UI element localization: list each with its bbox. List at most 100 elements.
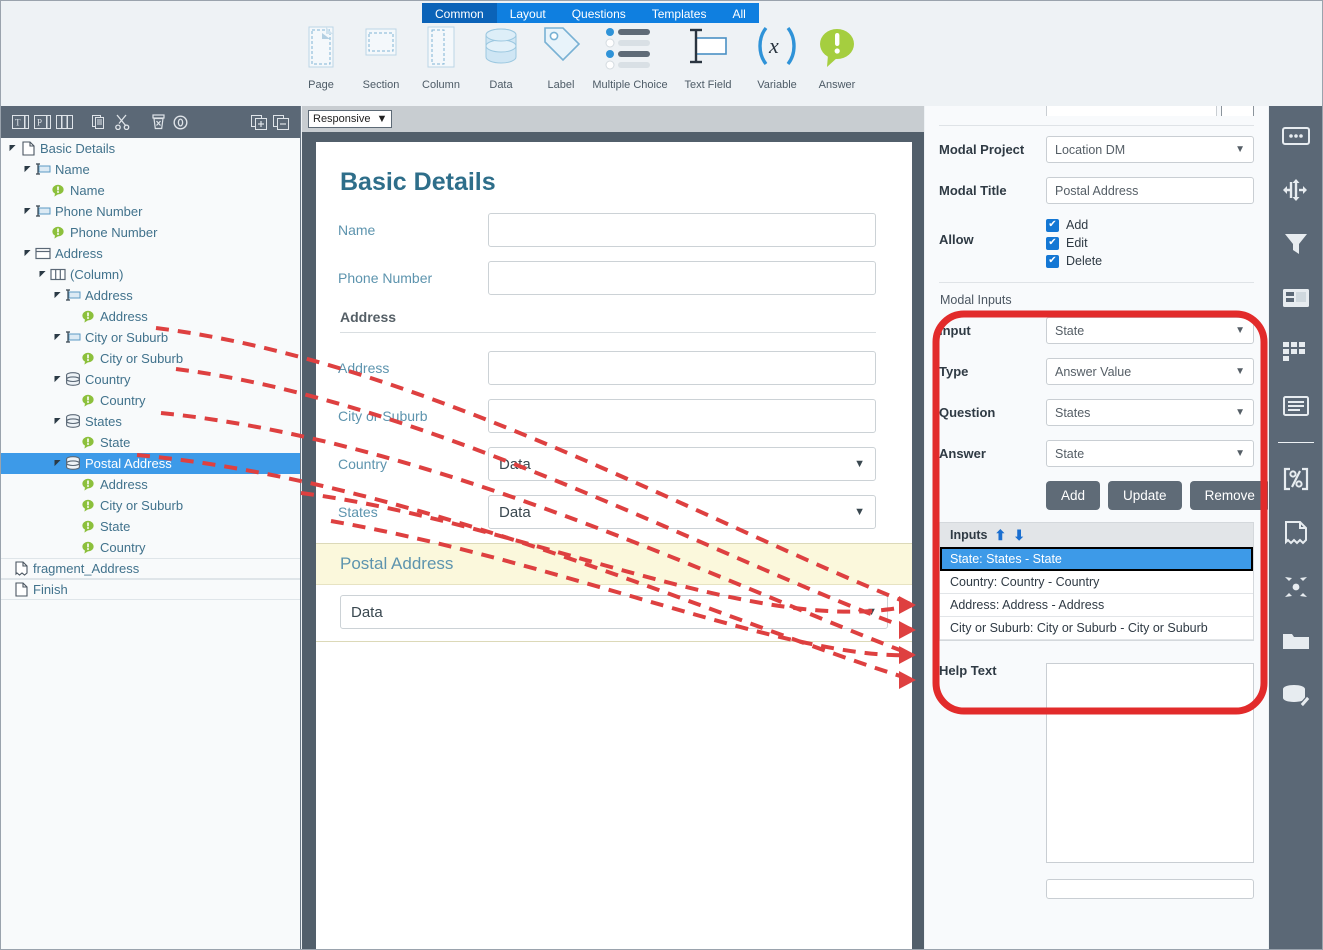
columns-icon[interactable] (53, 111, 75, 133)
tree-node-city-or-suburb[interactable]: ◢City or Suburb (1, 348, 300, 369)
answer-select[interactable]: State ▼ (1046, 440, 1254, 467)
ribbon-tool-multiple-choice[interactable]: Multiple Choice (591, 23, 669, 91)
filter-funnel-icon[interactable] (1276, 224, 1316, 264)
tree-node-phone-number[interactable]: ◢Phone Number (1, 222, 300, 243)
ribbon-tool-label[interactable]: Label (531, 23, 591, 91)
tree-node-basic-details[interactable]: ◢ Basic Details (1, 138, 300, 159)
tree-node-phone-number[interactable]: ◢Phone Number (1, 201, 300, 222)
tree-node-address[interactable]: ◢Address (1, 474, 300, 495)
allow-option-delete[interactable]: ✔ Delete (1046, 254, 1102, 268)
inputs-list-item[interactable]: State: States - State (940, 547, 1253, 571)
inputs-list-item[interactable]: Country: Country - Country (940, 571, 1253, 594)
country-select[interactable]: Data ▼ (488, 447, 876, 481)
ribbon-tool-data[interactable]: Data (471, 23, 531, 91)
ribbon-tool-text-field[interactable]: Text Field (669, 23, 747, 91)
responsive-mode-select[interactable]: Responsive ▼ (308, 110, 393, 128)
collapse-all-icon[interactable] (270, 111, 292, 133)
ribbon-tab-all[interactable]: All (719, 3, 758, 23)
inputs-list-item[interactable]: Address: Address - Address (940, 594, 1253, 617)
arrow-up-icon[interactable]: ⬆ (995, 528, 1007, 542)
arrow-down-icon[interactable]: ⬇ (1013, 528, 1025, 542)
tree-file-fragment-address[interactable]: fragment_Address (1, 558, 300, 579)
remove-button[interactable]: Remove (1189, 481, 1268, 510)
city-or-suburb-input[interactable] (488, 399, 876, 433)
tree-node-name[interactable]: ◢Name (1, 180, 300, 201)
ribbon-tool-column[interactable]: Column (411, 23, 471, 91)
ribbon-tab-questions[interactable]: Questions (559, 3, 639, 23)
name-input[interactable] (488, 213, 876, 247)
allow-option-add[interactable]: ✔ Add (1046, 218, 1102, 232)
folder-icon[interactable] (1276, 621, 1316, 661)
ribbon-tab-layout[interactable]: Layout (497, 3, 559, 23)
tiles-grid-icon[interactable] (1276, 332, 1316, 372)
paragraph-box-icon[interactable]: P (31, 111, 53, 133)
expand-caret-icon[interactable]: ◢ (52, 291, 63, 300)
ribbon-tool-variable[interactable]: x Variable (747, 23, 807, 91)
tree-node-address[interactable]: ◢Address (1, 285, 300, 306)
expand-caret-icon[interactable]: ◢ (22, 207, 33, 216)
help-text-area[interactable] (1046, 663, 1254, 863)
expand-caret-icon[interactable]: ◢ (52, 417, 63, 426)
tree-node--column-[interactable]: ◢ (Column) (1, 264, 300, 285)
ribbon-tool-page[interactable]: Page (291, 23, 351, 91)
document-lines-icon[interactable] (1276, 386, 1316, 426)
modal-title-input[interactable]: Postal Address (1046, 177, 1254, 204)
copy-icon[interactable] (89, 111, 111, 133)
states-select[interactable]: Data ▼ (488, 495, 876, 529)
answer-icon (78, 541, 98, 554)
tree-node-states[interactable]: ◢ States (1, 411, 300, 432)
tree-node-country[interactable]: ◢Country (1, 369, 300, 390)
tree-node-state[interactable]: ◢State (1, 432, 300, 453)
modal-project-select[interactable]: Location DM ▼ (1046, 136, 1254, 163)
expand-caret-icon[interactable]: ◢ (52, 375, 63, 384)
phone-number-input[interactable] (488, 261, 876, 295)
tree-node-city-or-suburb[interactable]: ◢City or Suburb (1, 327, 300, 348)
allow-option-edit[interactable]: ✔ Edit (1046, 236, 1102, 250)
address-input[interactable] (488, 351, 876, 385)
tree-node-name[interactable]: ◢Name (1, 159, 300, 180)
layout-panel-icon[interactable] (1276, 278, 1316, 318)
checkbox-checked-icon[interactable]: ✔ (1046, 254, 1059, 268)
expand-caret-icon[interactable]: ◢ (7, 144, 18, 153)
ribbon-tab-common[interactable]: Common (422, 3, 497, 23)
inputs-list-item[interactable]: City or Suburb: City or Suburb - City or… (940, 617, 1253, 640)
report-page-icon[interactable] (1276, 513, 1316, 553)
tree-node-country[interactable]: ◢Country (1, 537, 300, 558)
expand-all-icon[interactable] (248, 111, 270, 133)
flow-split-icon[interactable] (1276, 170, 1316, 210)
tree-node-postal-address[interactable]: ◢ Postal Address (1, 453, 300, 474)
question-select[interactable]: States ▼ (1046, 399, 1254, 426)
calculation-percent-icon[interactable] (1276, 459, 1316, 499)
database-edit-icon[interactable] (1276, 675, 1316, 715)
expand-caret-icon[interactable]: ◢ (22, 165, 33, 174)
expand-caret-icon[interactable]: ◢ (52, 459, 63, 468)
expand-caret-icon[interactable]: ◢ (22, 249, 33, 258)
tree-node-country[interactable]: ◢Country (1, 390, 300, 411)
clipped-bottom-field[interactable] (1046, 879, 1254, 899)
update-button[interactable]: Update (1108, 481, 1182, 510)
clear-zero-icon[interactable] (169, 111, 191, 133)
tree-file-finish[interactable]: Finish (1, 579, 300, 600)
add-button[interactable]: Add (1046, 481, 1101, 510)
type-select[interactable]: Answer Value ▼ (1046, 358, 1254, 385)
expand-caret-icon[interactable]: ◢ (52, 333, 63, 342)
ribbon-tab-templates[interactable]: Templates (639, 3, 720, 23)
tree-node-state[interactable]: ◢State (1, 516, 300, 537)
cut-scissors-icon[interactable] (111, 111, 133, 133)
expand-caret-icon[interactable]: ◢ (37, 270, 48, 279)
input-select[interactable]: State ▼ (1046, 317, 1254, 344)
delete-trash-icon[interactable] (147, 111, 169, 133)
ribbon-tool-answer[interactable]: Answer (807, 23, 867, 91)
clipped-button[interactable] (1220, 106, 1254, 116)
properties-panel-icon[interactable] (1276, 116, 1316, 156)
distribute-nodes-icon[interactable] (1276, 567, 1316, 607)
checkbox-checked-icon[interactable]: ✔ (1046, 236, 1059, 250)
text-box-icon[interactable]: T (9, 111, 31, 133)
ribbon-tool-section[interactable]: Section (351, 23, 411, 91)
checkbox-checked-icon[interactable]: ✔ (1046, 218, 1059, 232)
clipped-input[interactable] (1046, 106, 1217, 116)
tree-node-address[interactable]: ◢Address (1, 243, 300, 264)
tree-node-address[interactable]: ◢Address (1, 306, 300, 327)
tree-node-city-or-suburb[interactable]: ◢City or Suburb (1, 495, 300, 516)
postal-address-select[interactable]: Data ▼ (340, 595, 888, 629)
